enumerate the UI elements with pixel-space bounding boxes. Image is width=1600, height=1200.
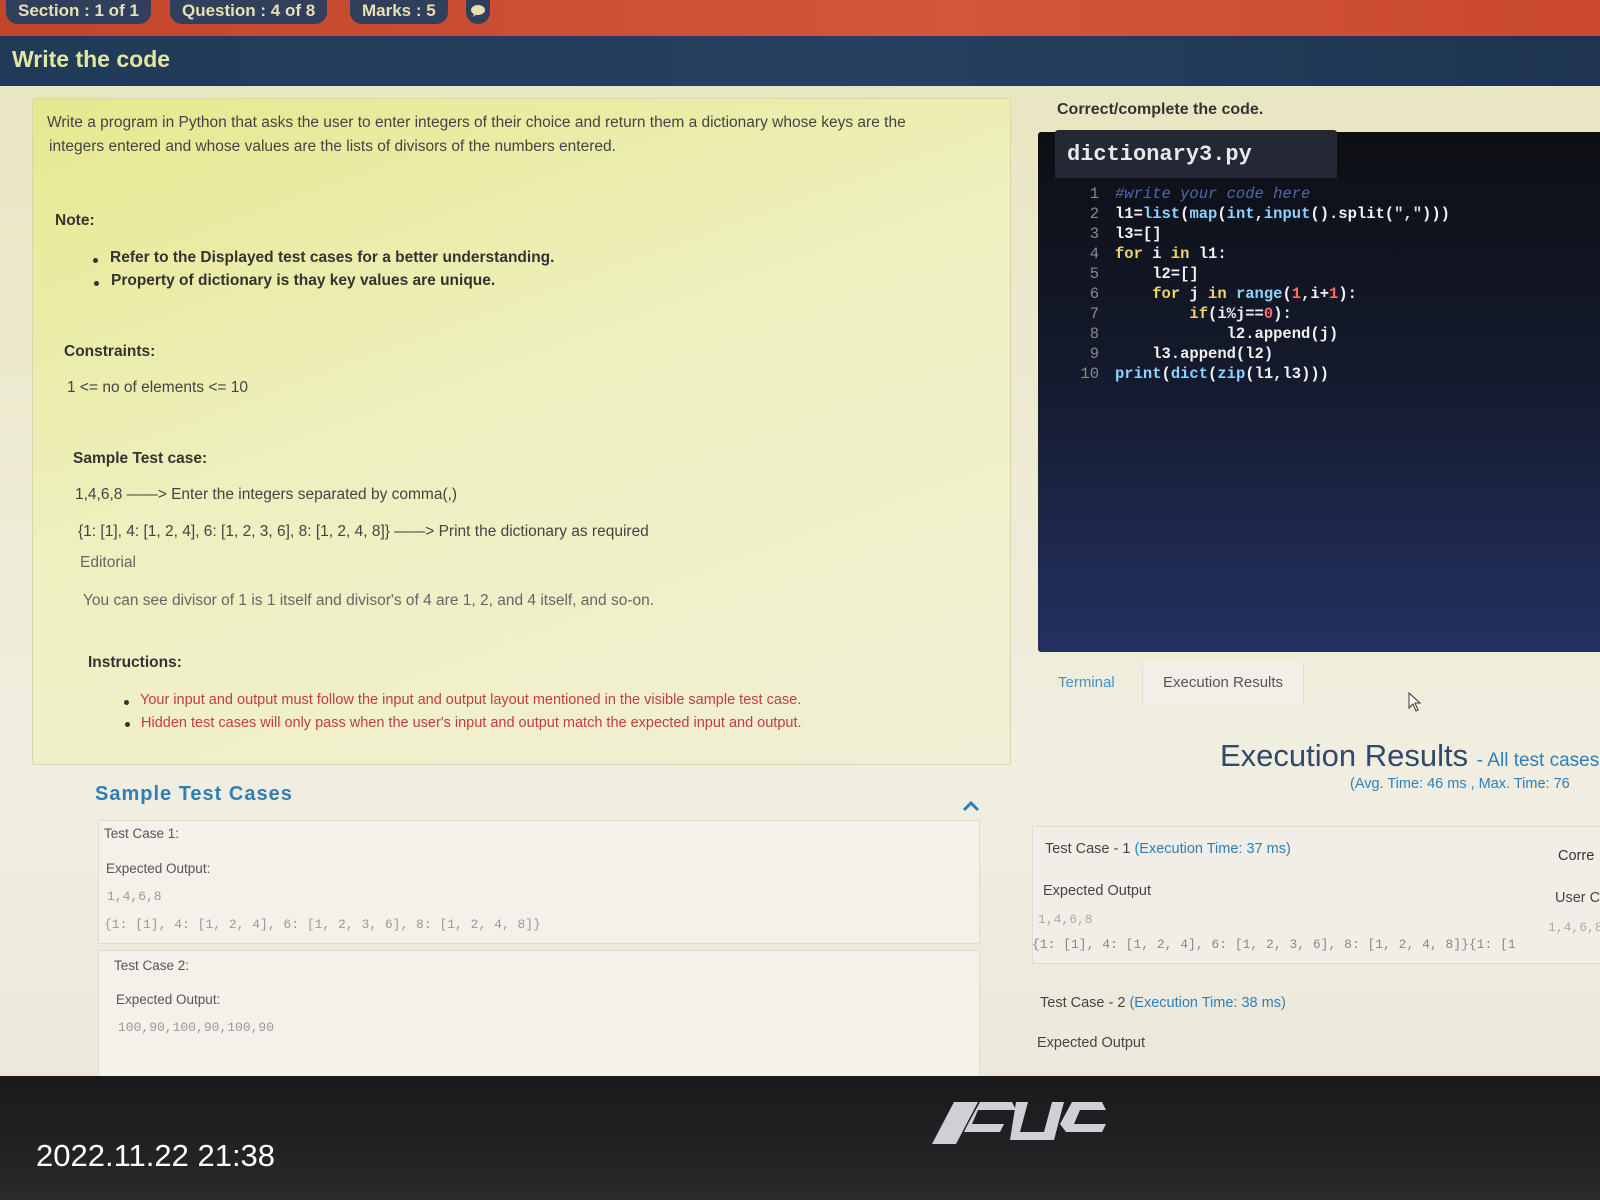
asus-logo bbox=[932, 1102, 1106, 1144]
instruction-item-1: Your input and output must follow the in… bbox=[140, 692, 802, 708]
top-bar: Section : 1 of 1 Question : 4 of 8 Marks… bbox=[0, 0, 1600, 36]
test-case-2-label: Test Case 2: bbox=[114, 958, 190, 973]
code-line[interactable]: 5 l2=[] bbox=[1075, 265, 1199, 283]
note-item-2: Property of dictionary is thay key value… bbox=[111, 272, 496, 289]
tab-execution-results[interactable]: Execution Results bbox=[1142, 662, 1305, 704]
results-times: (Avg. Time: 46 ms , Max. Time: 76 bbox=[1350, 776, 1570, 792]
results-subtitle: - All test cases bbox=[1476, 750, 1600, 771]
result-case-1-header: Test Case - 1 (Execution Time: 37 ms) bbox=[1045, 841, 1291, 857]
tab-terminal[interactable]: Terminal bbox=[1038, 662, 1135, 704]
page-title: Write the code bbox=[12, 46, 171, 72]
user-output-label: User C bbox=[1555, 890, 1600, 906]
test-case-1-label: Test Case 1: bbox=[104, 826, 180, 841]
code-line[interactable]: 1 #write your code here bbox=[1075, 185, 1311, 203]
code-line[interactable]: 7 if(i%j==0): bbox=[1075, 305, 1292, 323]
sample-input: 1,4,6,8 ——> Enter the integers separated… bbox=[75, 486, 458, 503]
result-case-1-label: Test Case - 1 bbox=[1045, 841, 1131, 857]
output-tabs: Terminal Execution Results bbox=[1038, 662, 1600, 704]
result-case-2-time: (Execution Time: 38 ms) bbox=[1129, 995, 1286, 1011]
result-case-1-time: (Execution Time: 37 ms) bbox=[1134, 841, 1291, 857]
chat-icon[interactable] bbox=[466, 0, 490, 24]
instructions-label: Instructions: bbox=[88, 654, 182, 671]
result-case-2-header: Test Case - 2 (Execution Time: 38 ms) bbox=[1040, 995, 1286, 1011]
expected-output-label: Expected Output bbox=[1037, 1035, 1146, 1051]
result-case-1-status: Corre bbox=[1558, 848, 1595, 864]
results-heading: Execution Results bbox=[1220, 738, 1469, 773]
bullet bbox=[125, 722, 130, 727]
sample-test-cases-title: Sample Test Cases bbox=[95, 783, 293, 805]
file-name: dictionary3.py bbox=[1067, 142, 1252, 167]
page-title-bar: Write the code bbox=[0, 36, 1600, 86]
note-label: Note: bbox=[55, 212, 95, 229]
code-line[interactable]: 3 l3=[] bbox=[1075, 225, 1162, 243]
code-line[interactable]: 6 for j in range(1,i+1): bbox=[1075, 285, 1357, 303]
execution-results-title: Execution Results - All test cases bbox=[1220, 738, 1599, 774]
problem-line-1: Write a program in Python that asks the … bbox=[47, 114, 906, 131]
bullet bbox=[94, 281, 99, 286]
code-line[interactable]: 9 l3.append(l2) bbox=[1075, 345, 1273, 363]
expected-output-label: Expected Output bbox=[1043, 883, 1152, 899]
instruction-item-2: Hidden test cases will only pass when th… bbox=[141, 715, 802, 731]
test-case-1-input: 1,4,6,8 bbox=[107, 889, 162, 904]
bullet bbox=[93, 258, 98, 263]
note-item-1: Refer to the Displayed test cases for a … bbox=[110, 249, 555, 266]
result-case-1-user-input: 1,4,6,8 bbox=[1548, 920, 1600, 935]
result-case-2-label: Test Case - 2 bbox=[1040, 995, 1126, 1011]
mouse-pointer-icon bbox=[1408, 691, 1422, 712]
code-line[interactable]: 4 for i in l1: bbox=[1075, 245, 1227, 263]
code-line[interactable]: 10 print(dict(zip(l1,l3))) bbox=[1075, 365, 1329, 383]
code-line[interactable]: 8 l2.append(j) bbox=[1075, 325, 1339, 343]
editor-instruction: Correct/complete the code. bbox=[1057, 101, 1264, 118]
bullet bbox=[124, 700, 129, 705]
photo-timestamp: 2022.11.22 21:38 bbox=[36, 1138, 276, 1173]
section-badge: Section : 1 of 1 bbox=[6, 0, 151, 24]
expected-output-label: Expected Output: bbox=[106, 861, 211, 876]
editorial-label: Editorial bbox=[80, 554, 136, 571]
collapse-chevron-up-icon[interactable] bbox=[962, 796, 980, 817]
question-badge[interactable]: Question : 4 of 8 bbox=[170, 0, 328, 24]
constraint-text: 1 <= no of elements <= 10 bbox=[67, 379, 248, 396]
sample-label: Sample Test case: bbox=[73, 450, 208, 467]
code-line[interactable]: 2 l1=list(map(int,input().split(","))) bbox=[1075, 205, 1450, 223]
test-case-2-input: 100,90,100,90,100,90 bbox=[118, 1020, 275, 1035]
test-case-1-output: {1: [1], 4: [1, 2, 4], 6: [1, 2, 3, 6], … bbox=[104, 917, 541, 932]
sample-output: {1: [1], 4: [1, 2, 4], 6: [1, 2, 3, 6], … bbox=[78, 523, 649, 540]
result-case-1-input: 1,4,6,8 bbox=[1038, 912, 1093, 927]
expected-output-label: Expected Output: bbox=[116, 992, 221, 1007]
editorial-text: You can see divisor of 1 is 1 itself and… bbox=[83, 592, 655, 609]
marks-badge: Marks : 5 bbox=[350, 0, 448, 24]
constraints-label: Constraints: bbox=[64, 343, 156, 360]
result-case-1-output: {1: [1], 4: [1, 2, 4], 6: [1, 2, 3, 6], … bbox=[1032, 937, 1516, 952]
sample-test-case-2 bbox=[98, 950, 980, 1078]
file-tab[interactable]: dictionary3.py bbox=[1055, 130, 1337, 178]
problem-line-2: integers entered and whose values are th… bbox=[49, 138, 616, 155]
